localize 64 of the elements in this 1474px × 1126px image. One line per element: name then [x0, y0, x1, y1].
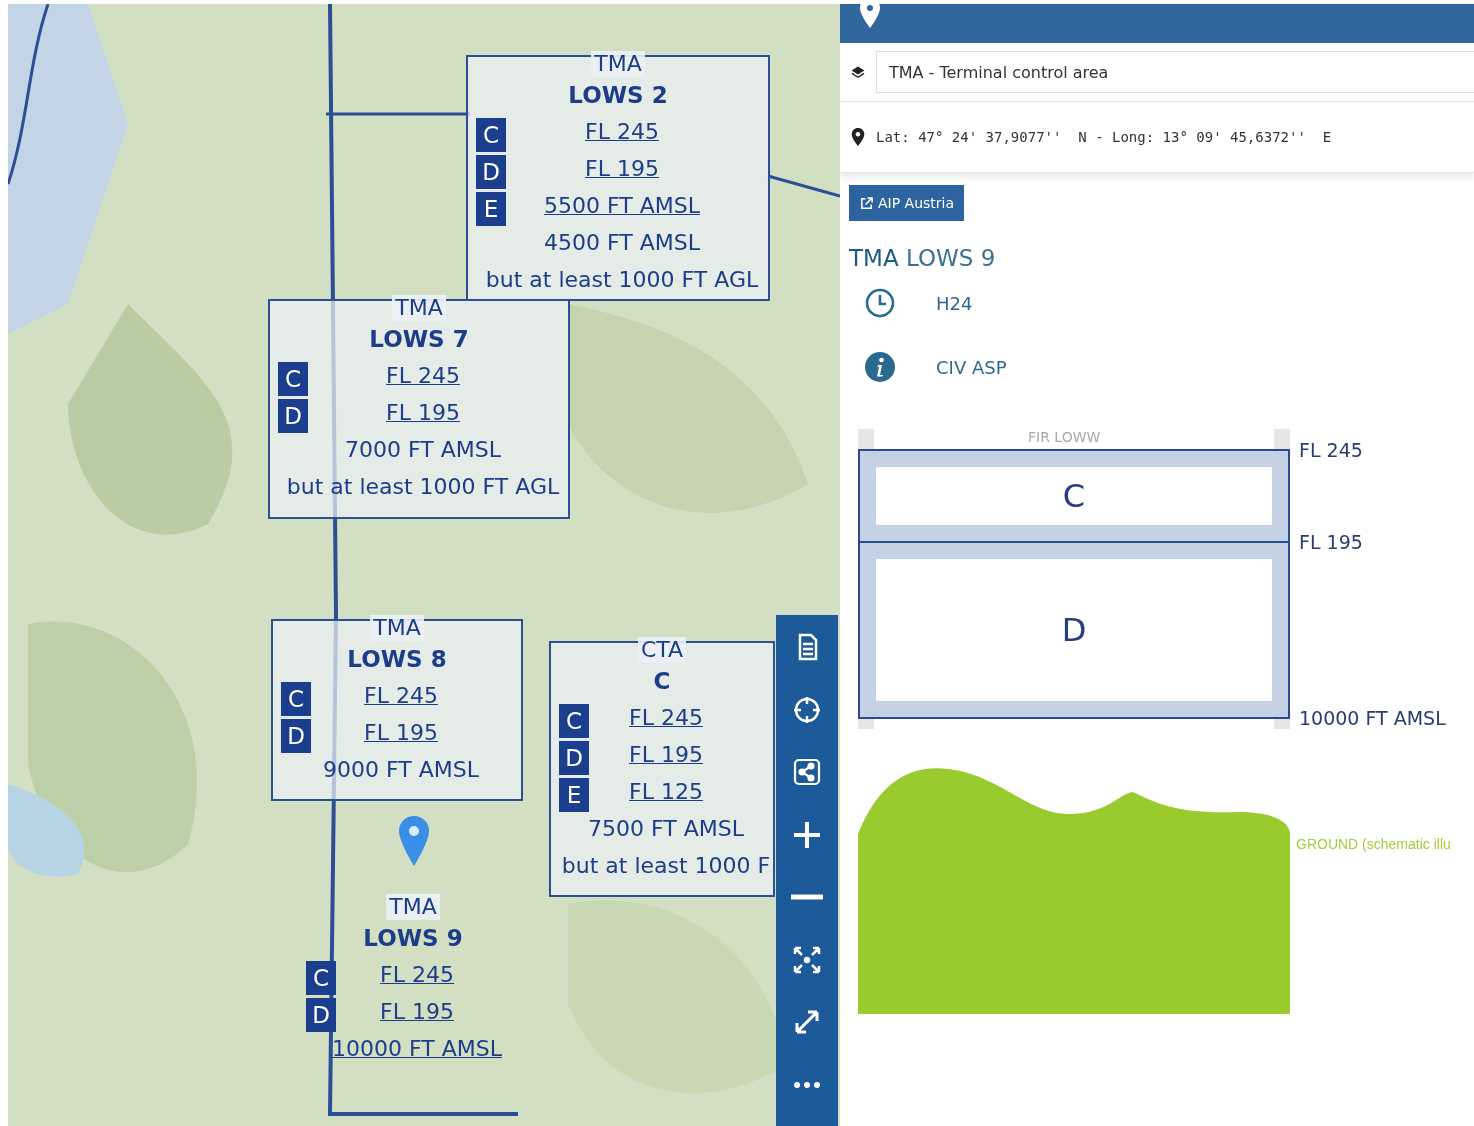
airspace-class-badge: D — [306, 998, 336, 1032]
altitude-limit: 7500 FT AMSL — [588, 815, 744, 843]
ground-label: GROUND (schematic illu — [1296, 836, 1451, 852]
altitude-limit: but at least 1000 FT AGL — [485, 266, 759, 294]
location-pin-icon — [850, 128, 866, 146]
info-text: CIV ASP — [936, 356, 1007, 378]
airspace-name: C — [653, 667, 671, 696]
airspace-class-badge: D — [476, 155, 506, 189]
altitude-limit: 10000 FT AMSL — [332, 1035, 502, 1063]
airspace-label[interactable]: TMA LOWS 9 C D FL 245 FL 195 10000 FT AMSL — [298, 892, 528, 1082]
airspace-type: CTA — [637, 637, 687, 663]
layer-field[interactable]: TMA - Terminal control area — [876, 51, 1474, 93]
info-icon — [864, 351, 896, 383]
info-text: H24 — [936, 292, 973, 314]
airspace-class-label: C — [1062, 477, 1086, 515]
altitude-limit: FL 195 — [629, 741, 703, 769]
altitude-limit: FL 245 — [585, 118, 659, 146]
altitude-limit: FL 195 — [585, 155, 659, 183]
airspace-name: LOWS 2 — [568, 81, 668, 110]
airspace-title: TMA LOWS 9 — [849, 245, 997, 271]
region-label: FIR LOWW — [1028, 429, 1101, 445]
altitude-limit: FL 195 — [380, 998, 454, 1026]
clock-icon — [864, 287, 896, 319]
altitude-label: FL 195 — [1299, 531, 1363, 553]
more-icon — [791, 1081, 823, 1088]
airspace-class-badge: D — [559, 741, 589, 775]
altitude-limit: but at least 1000 FT AGL — [286, 473, 560, 501]
airspace-name: LOWS 9 — [363, 924, 463, 953]
airspace-class-label: D — [1061, 611, 1087, 649]
airspace-class-badge: E — [476, 192, 506, 226]
external-link-icon — [859, 195, 874, 211]
altitude-limit: FL 245 — [364, 682, 438, 710]
altitude-limit: FL 245 — [380, 961, 454, 989]
airspace-class-badge: E — [559, 778, 589, 812]
minus-icon — [791, 894, 823, 900]
altitude-label: 10000 FT AMSL — [1299, 707, 1446, 729]
airspace-class-badge: D — [278, 399, 308, 433]
altitude-limit: 4500 FT AMSL — [544, 229, 700, 257]
airspace-class-badge: C — [278, 362, 308, 396]
altitude-limit: 7000 FT AMSL — [345, 436, 501, 464]
airspace-type: TMA — [392, 295, 446, 321]
airspace-name: LOWS 7 — [369, 325, 469, 354]
airspace-class-badge: C — [476, 118, 506, 152]
altitude-limit: FL 245 — [386, 362, 460, 390]
airspace-type: TMA — [386, 894, 440, 920]
airspace-type: TMA — [591, 51, 645, 77]
airspace-class-badge: D — [281, 719, 311, 753]
airspace-class-badge: C — [306, 961, 336, 995]
altitude-limit: but at least 1000 F — [561, 852, 771, 880]
airspace-class-badge: C — [559, 704, 589, 738]
airspace-class-badge: C — [281, 682, 311, 716]
altitude-limit: FL 195 — [386, 399, 460, 427]
altitude-limit: FL 195 — [364, 719, 438, 747]
altitude-limit: 5500 FT AMSL — [544, 192, 700, 220]
airspace-type: TMA — [370, 615, 424, 641]
share-icon — [791, 756, 823, 788]
coordinates-text: Lat: 47° 24' 37,9077'' N - Long: 13° 09' 45,6372'' E — [876, 129, 1332, 145]
altitude-limit: FL 245 — [629, 704, 703, 732]
altitude-limit: 9000 FT AMSL — [323, 756, 479, 784]
map-pin-icon[interactable] — [399, 816, 429, 866]
aip-link-button[interactable]: AIP Austria — [849, 185, 965, 221]
altitude-limit: FL 125 — [629, 778, 703, 806]
altitude-label: FL 245 — [1299, 439, 1363, 461]
airspace-name: LOWS 8 — [347, 645, 447, 674]
